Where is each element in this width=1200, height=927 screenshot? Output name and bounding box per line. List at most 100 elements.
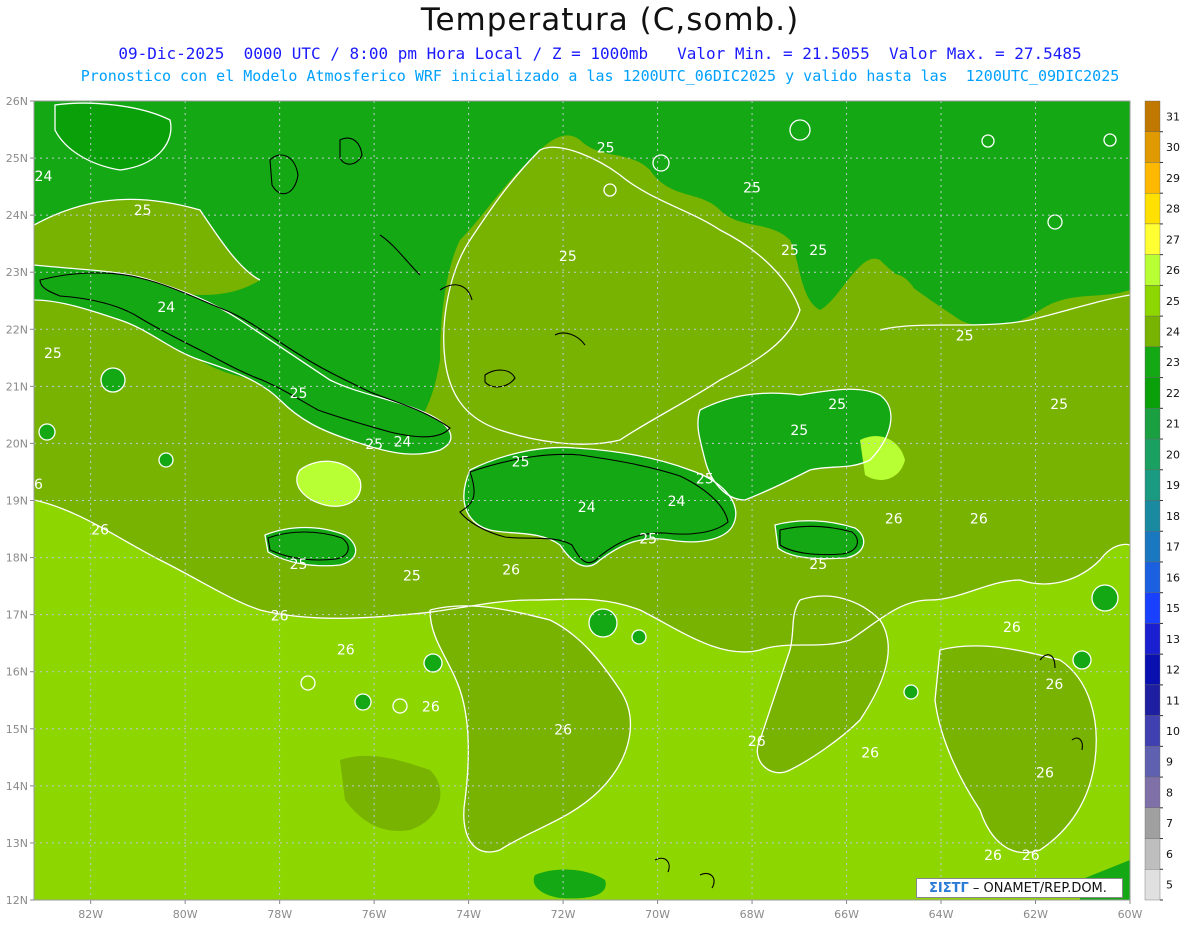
isotherm-label: 26 [1003, 620, 1021, 636]
colorbar-swatch [1144, 162, 1161, 194]
isotherm-label: 26 [1036, 765, 1054, 781]
isotherm-label: 26 [861, 745, 879, 761]
colorbar-swatch [1144, 438, 1161, 470]
isotherm-label: 26 [1045, 677, 1063, 693]
isotherm-label: 25 [828, 397, 846, 413]
isotherm-label: 24 [35, 169, 53, 185]
colorbar-swatch [1144, 346, 1161, 378]
colorbar-swatch [1144, 100, 1161, 132]
isotherm-label: 24 [578, 500, 596, 516]
colorbar-swatch [1144, 315, 1161, 348]
isotherm-label: 25 [743, 180, 761, 196]
colorbar-label: 16 [1166, 571, 1180, 584]
colorbar-swatch [1144, 254, 1161, 286]
colorbar-label: 19 [1166, 479, 1180, 492]
colorbar-swatch [1144, 776, 1161, 809]
isotherm-label: 25 [790, 423, 808, 439]
isotherm-label: 25 [597, 140, 615, 156]
colorbar-swatch [1144, 869, 1161, 901]
isotherm-label: 25 [956, 329, 974, 345]
lon-label: 78W [267, 908, 292, 921]
colorbar-label: 10 [1166, 725, 1180, 738]
isotherm-label: 25 [809, 243, 827, 259]
colorbar-swatch [1144, 131, 1161, 163]
isotherm-label: 24 [157, 300, 175, 316]
isotherm-label: 25 [365, 437, 383, 453]
lon-label: 70W [645, 908, 670, 921]
colorbar-label: 20 [1166, 448, 1180, 461]
isotherm-label: 26 [970, 511, 988, 527]
isotherm-label: 24 [668, 494, 686, 510]
isotherm-label: 26 [271, 608, 289, 624]
colorbar-label: 24 [1166, 325, 1180, 338]
colorbar-swatch [1144, 592, 1161, 624]
isotherm-label: 25 [290, 386, 308, 402]
lon-label: 60W [1118, 908, 1143, 921]
credit-text: – ONAMET/REP.DOM. [972, 881, 1107, 896]
temperature-colorbar: 31 30 29 28 27 26 25 24 23 22 21 20 19 18 17 16 15 13 12 11… [1144, 100, 1180, 901]
colorbar-swatch [1144, 223, 1161, 255]
colorbar-swatch [1144, 531, 1161, 563]
lat-label: 14N [6, 780, 28, 793]
lon-label: 82W [78, 908, 103, 921]
colorbar-label: 6 [1166, 848, 1173, 861]
colorbar-label: 26 [1166, 264, 1180, 277]
colorbar-label: 29 [1166, 172, 1180, 185]
lat-label: 12N [6, 894, 28, 907]
colorbar-label: 15 [1166, 602, 1180, 615]
colorbar-label: 22 [1166, 387, 1180, 400]
lat-label: 24N [6, 209, 28, 222]
lon-label: 74W [456, 908, 481, 921]
colorbar-label: 27 [1166, 233, 1180, 246]
temperature-map: 24 25 24 25 25 25 24 25 24 24 25 25 25 26 26 26 25 26 26 26… [6, 95, 1180, 921]
colorbar-swatch [1144, 746, 1161, 778]
lon-label: 66W [834, 908, 859, 921]
colorbar-swatch [1144, 561, 1161, 593]
colorbar-label: 8 [1166, 786, 1173, 799]
colorbar-swatch [1144, 684, 1161, 716]
lat-label: 16N [6, 666, 28, 679]
latitude-labels: 26N 25N 24N 23N 22N 21N 20N 19N 18N 17N 16N 15N 14N 1… [6, 95, 34, 907]
lat-label: 15N [6, 723, 28, 736]
isotherm-label: 25 [44, 346, 62, 362]
lat-label: 25N [6, 152, 28, 165]
lon-label: 62W [1023, 908, 1048, 921]
colorbar-swatch [1144, 623, 1161, 655]
lat-label: 21N [6, 380, 28, 393]
colorbar-swatch [1144, 408, 1161, 440]
lat-label: 26N [6, 95, 28, 108]
lon-label: 80W [173, 908, 198, 921]
isotherm-label: 26 [748, 734, 766, 750]
lat-label: 13N [6, 837, 28, 850]
isotherm-label: 25 [559, 249, 577, 265]
colorbar-swatch [1144, 838, 1161, 870]
isotherm-label: 26 [1022, 848, 1040, 864]
colorbar-label: 23 [1166, 356, 1180, 369]
isotherm-label: 25 [134, 203, 152, 219]
isotherm-label: 26 [554, 722, 572, 738]
isotherm-label: 25 [1050, 397, 1068, 413]
colorbar-swatch [1144, 715, 1161, 747]
colorbar-label: 11 [1166, 694, 1180, 707]
lon-label: 72W [551, 908, 576, 921]
colorbar-label: 7 [1166, 817, 1173, 830]
colorbar-label: 9 [1166, 756, 1173, 769]
colorbar-label: 21 [1166, 418, 1180, 431]
colorbar-label: 25 [1166, 295, 1180, 308]
isotherm-label: 25 [696, 471, 714, 487]
credit-box: ΣΙΣΤΓ – ONAMET/REP.DOM. [916, 878, 1123, 898]
isotherm-label: 25 [781, 243, 799, 259]
isotherm-label: 24 [394, 434, 412, 450]
colorbar-swatch [1144, 377, 1161, 409]
longitude-labels: 82W 80W 78W 76W 74W 72W 70W 68W 66W 64W 62W 60W [78, 900, 1143, 921]
isotherm-label: 26 [502, 563, 520, 579]
colorbar-label: 30 [1166, 141, 1180, 154]
isotherm-label: 25 [512, 454, 530, 470]
lon-label: 76W [362, 908, 387, 921]
colorbar-label: 31 [1166, 110, 1180, 123]
isotherm-label: 26 [885, 511, 903, 527]
isotherm-label: 25 [290, 557, 308, 573]
colorbar-label: 5 [1166, 879, 1173, 892]
colorbar-swatch [1144, 285, 1161, 317]
colorbar-swatch [1144, 192, 1161, 225]
